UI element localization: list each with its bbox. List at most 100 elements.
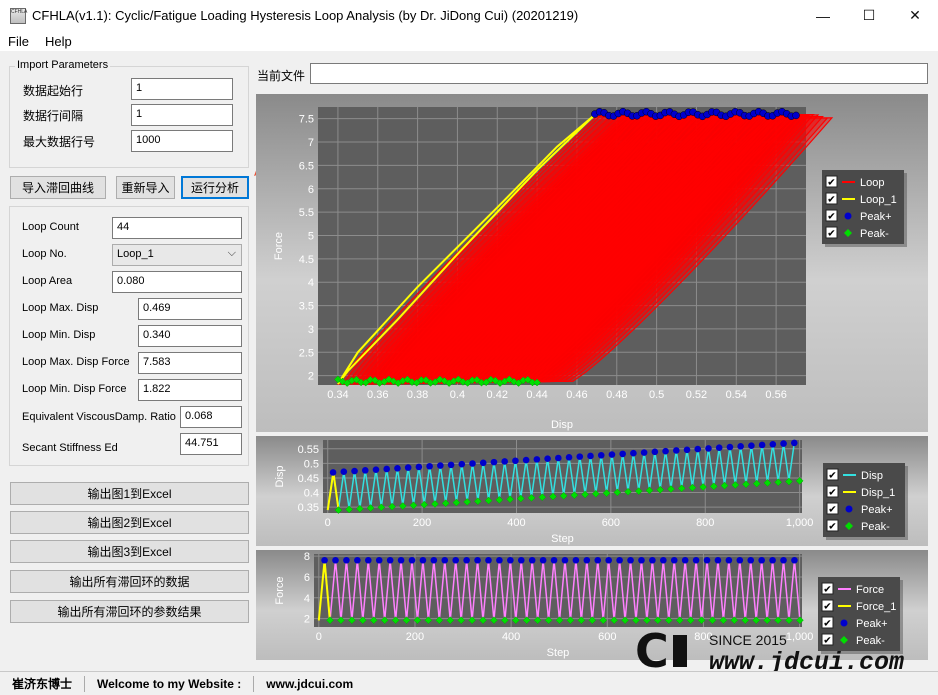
min-disp-label: Loop Min. Disp [22,329,96,341]
force-peak-plus-marker [496,556,503,564]
watermark-since: SINCE 2015 [709,632,787,648]
y-axis-label: Force [273,232,285,260]
x-tick-label: 0.4 [450,389,465,401]
run-analysis-button[interactable]: 运行分析 [181,176,249,199]
disp-peak-plus-marker [415,463,423,471]
export-all-loops-button[interactable]: 输出所有滞回环的数据 [10,570,249,593]
reimport-button[interactable]: 重新导入 [116,176,175,199]
start-row-input[interactable]: 1 [131,78,233,100]
force-peak-plus-marker [660,556,667,564]
disp-step-chart-svg: 0 200 400 600 800 1,000 0.35 0.4 0.45 0.5 0.55 Step… [256,436,928,546]
status-bar: 崔济东博士 Welcome to my Website : www.jdcui.… [0,671,938,695]
force-peak-plus-marker [430,556,438,564]
start-row-label: 数据起始行 [23,84,84,98]
force-peak-plus-marker [594,556,602,564]
x-tick-label: 400 [507,517,525,529]
y-axis-label: Disp [274,465,286,487]
damping-ratio-field[interactable]: 0.068 [180,406,242,428]
legend-label: Peak+ [860,211,892,223]
loop-no-label: Loop No. [22,248,67,260]
results-group: Loop Count 44 Loop No. Loop_1 ⌵ Loop Are… [9,206,249,466]
loop-no-select[interactable]: Loop_1 ⌵ [112,244,242,266]
force-peak-plus-marker [550,556,558,564]
legend-label: Loop_1 [860,194,897,206]
maximize-button[interactable]: ☐ [846,0,892,31]
minimize-button[interactable]: — [800,0,846,31]
loop-count-label: Loop Count [22,221,79,233]
max-force-field[interactable]: 7.583 [138,352,242,374]
legend-label: Loop [860,177,884,189]
status-site[interactable]: www.jdcui.com [254,676,365,692]
max-row-input[interactable]: 1000 [131,130,233,152]
disp-peak-plus-marker [705,445,712,452]
disp-peak-plus-marker [522,456,530,464]
import-parameters-legend: Import Parameters [15,59,111,71]
x-tick-label: 0.56 [765,389,786,401]
menu-file[interactable]: File [0,34,37,49]
import-curve-button[interactable]: 导入滞回曲线 [10,176,106,199]
y-tick-label: 6 [304,572,310,584]
x-tick-label: 0.54 [726,389,747,401]
y-tick-label: 7.5 [299,114,314,126]
loop-area-field[interactable]: 0.080 [112,271,242,293]
export-fig3-button[interactable]: 输出图3到Excel [10,540,249,563]
x-tick-label: 0.38 [407,389,428,401]
min-disp-field[interactable]: 0.340 [138,325,242,347]
x-tick-label: 0.52 [686,389,707,401]
y-tick-label: 2 [304,614,310,626]
disp-peak-plus-marker [533,456,541,463]
y-tick-label: 0.35 [298,502,319,514]
disp-peak-plus-marker [351,467,358,475]
disp-peak-plus-marker [565,454,573,461]
legend-label: Disp_1 [861,487,895,499]
disp-peak-plus-marker [576,453,584,460]
disp-peak-plus-marker [372,466,380,473]
maximize-icon: ☐ [862,7,876,23]
max-disp-field[interactable]: 0.469 [138,298,242,320]
secant-stiffness-field[interactable]: 44.751 [180,433,242,455]
export-all-params-button[interactable]: 输出所有滞回环的参数结果 [10,600,249,623]
disp-peak-plus-marker [715,444,723,452]
status-author: 崔济东博士 [0,675,86,692]
min-force-field[interactable]: 1.822 [138,379,242,401]
loop-count-field[interactable]: 44 [112,217,242,239]
menu-help[interactable]: Help [37,34,80,49]
force-peak-plus-marker [452,556,460,564]
force-peak-plus-marker [747,556,755,564]
disp-peak-plus-marker [790,439,798,447]
y-tick-label: 4 [304,593,310,605]
y-tick-label: 3 [308,324,314,336]
force-peak-plus-marker [583,556,591,564]
hysteresis-chart-svg: 0.34 0.36 0.38 0.4 0.42 0.44 0.46 0.48 0.5 0.52 0.… [256,94,928,432]
x-tick-label: 0.36 [367,389,388,401]
force-peak-plus-marker [517,556,525,564]
disp-peak-plus-marker [769,440,777,448]
force-peak-plus-marker [474,556,481,564]
x-tick-label: 0.42 [487,389,508,401]
x-tick-label: 400 [502,631,520,643]
disp-peak-plus-marker [383,465,391,473]
watermark-logo-bar [673,635,687,667]
x-axis-label: Step [551,533,574,545]
y-tick-label: 5 [308,230,314,242]
row-interval-label: 数据行间隔 [23,109,84,123]
disp-peak-plus-marker [458,460,466,468]
force-peak-plus-marker [649,556,656,564]
y-tick-label: 6.5 [299,160,314,172]
force-peak-plus-marker [441,556,449,564]
current-file-input[interactable] [310,63,928,84]
loop-area-label: Loop Area [22,275,73,287]
export-fig2-button[interactable]: 输出图2到Excel [10,511,249,534]
loop-no-value: Loop_1 [117,248,154,260]
force-peak-plus-marker [638,556,645,564]
force-peak-plus-marker [321,556,328,564]
force-peak-plus-marker [714,556,722,564]
row-interval-input[interactable]: 1 [131,104,233,126]
legend-label: Force [856,584,884,596]
close-button[interactable]: ✕ [892,0,938,31]
damping-ratio-label: Equivalent ViscousDamp. Ratio [22,411,176,423]
force-peak-plus-marker [670,556,678,564]
x-tick-label: 0.44 [526,389,547,401]
export-fig1-button[interactable]: 输出图1到Excel [10,482,249,505]
force-peak-plus-marker [616,556,623,564]
